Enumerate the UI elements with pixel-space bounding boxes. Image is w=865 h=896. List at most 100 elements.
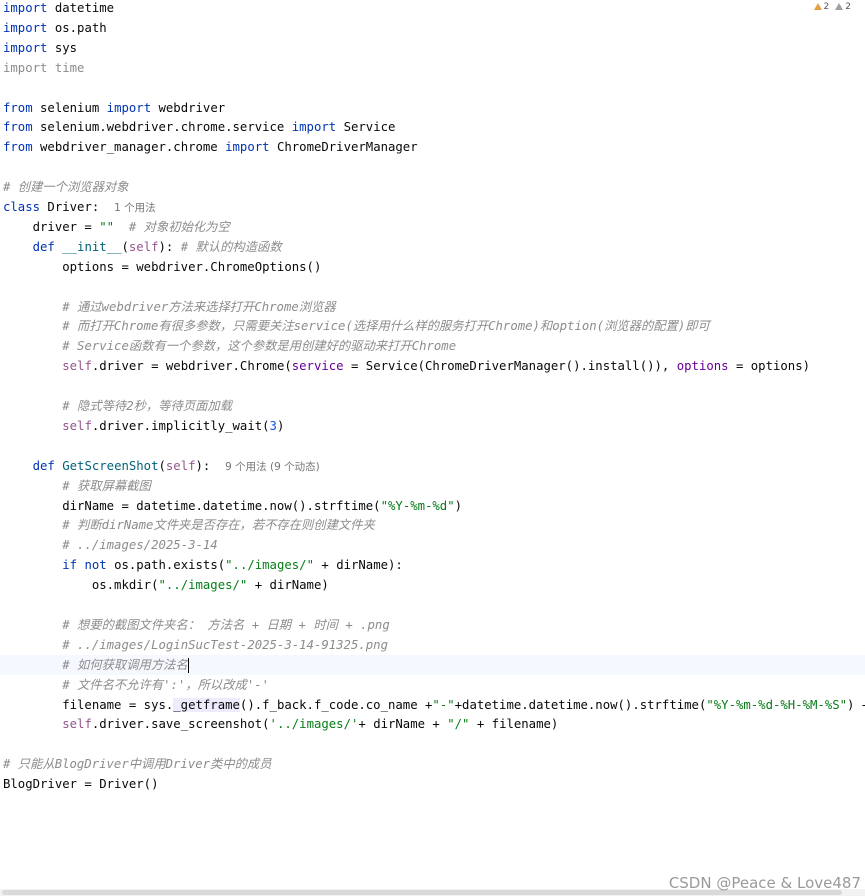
code-line[interactable]: from selenium.webdriver.chrome.service i… — [3, 117, 395, 137]
code-token: ) — [276, 418, 285, 433]
code-token: datetime — [47, 1, 115, 15]
code-token: ): — [158, 239, 181, 254]
code-token: options = webdriver.ChromeOptions() — [3, 259, 322, 274]
code-editor[interactable]: import datetime import os.path import sys i… — [0, 0, 865, 880]
code-token: class — [3, 200, 41, 214]
watermark: CSDN @Peace & Love487 — [668, 874, 861, 892]
code-token: ().f_back.f_code.co_name + — [239, 697, 433, 712]
code-token: import — [225, 140, 270, 155]
code-line[interactable]: import sys — [3, 38, 77, 58]
code-token: service — [291, 359, 344, 374]
code-line[interactable]: import datetime — [3, 0, 114, 18]
code-line[interactable]: # 创建一个浏览器对象 — [3, 177, 128, 197]
code-token: selenium — [32, 100, 107, 115]
code-line[interactable]: import os.path — [3, 18, 107, 38]
code-token: .driver = webdriver.Chrome( — [91, 359, 292, 374]
code-token: from — [3, 100, 33, 115]
code-line[interactable]: import time — [3, 58, 84, 78]
code-token: # ../images/2025-3-14 — [62, 538, 218, 553]
code-token: self — [62, 359, 92, 374]
code-token: self — [62, 717, 92, 732]
code-line[interactable]: self.driver.save_screenshot('../images/'… — [3, 714, 558, 734]
code-line[interactable]: # 如何获取调用方法名 — [0, 654, 865, 675]
code-line[interactable]: # 只能从BlogDriver中调用Driver类中的成员 — [3, 754, 272, 774]
code-line[interactable]: # 文件名不允许有':'，所以改成'-' — [3, 675, 269, 695]
code-token: _getframe — [173, 697, 240, 712]
code-token: not — [84, 558, 107, 573]
weak-warning-counter[interactable]: 2 — [835, 2, 851, 12]
warning-counter[interactable]: 2 — [813, 2, 830, 12]
code-line[interactable]: # ../images/LoginSucTest-2025-3-14-91325… — [3, 635, 388, 655]
code-line[interactable]: # 想要的截图文件夹名： 方法名 + 日期 + 时间 + .png — [3, 615, 390, 635]
code-token: Service — [336, 120, 396, 135]
code-token: # Service函数有一个参数，这个参数是用创建好的驱动来打开Chrome — [62, 339, 457, 354]
code-token: BlogDriver = Driver() — [3, 777, 159, 792]
code-line[interactable]: driver = "" # 对象初始化为空 — [3, 217, 230, 237]
usage-hint[interactable]: 1 个用法 — [114, 202, 156, 214]
code-token: os.path — [47, 20, 107, 35]
code-line[interactable]: class Driver: 1 个用法 — [3, 197, 156, 217]
code-token: = options) — [728, 359, 810, 374]
inspection-widget[interactable]: 2 2 — [813, 2, 851, 12]
code-token: ChromeDriverManager — [269, 140, 418, 155]
code-token: import — [291, 120, 337, 135]
code-line[interactable]: options = webdriver.ChromeOptions() — [3, 257, 321, 277]
code-line[interactable]: os.mkdir("../images/" + dirName) — [3, 575, 329, 595]
code-token: dirName = datetime.datetime.now().strfti… — [3, 498, 381, 513]
code-token: "%Y-%m-%d" — [380, 498, 455, 513]
code-token: + filename) — [469, 717, 559, 732]
code-token: options — [676, 359, 729, 374]
code-token: ): — [195, 458, 226, 473]
code-token: # 获取屏幕截图 — [62, 478, 151, 493]
code-token: # 只能从BlogDriver中调用Driver类中的成员 — [3, 757, 272, 772]
code-token: +datetime.datetime.now().strftime( — [454, 697, 707, 712]
code-token: # 默认的构造函数 — [180, 239, 282, 254]
code-line[interactable]: def GetScreenShot(self): 9 个用法 (9 个动态) — [3, 456, 320, 476]
code-token: + dirName + — [358, 717, 448, 732]
code-line[interactable]: # ../images/2025-3-14 — [3, 535, 218, 555]
code-line[interactable]: # 判断dirName文件夹是否存在，若不存在则创建文件夹 — [3, 515, 375, 535]
code-token: # 判断dirName文件夹是否存在，若不存在则创建文件夹 — [62, 518, 375, 533]
code-line[interactable]: from selenium import webdriver — [3, 98, 225, 118]
code-line[interactable]: self.driver = webdriver.Chrome(service =… — [3, 356, 810, 376]
text-caret — [187, 657, 189, 673]
code-line[interactable]: filename = sys._getframe().f_back.f_code… — [3, 695, 865, 715]
code-token: self — [62, 418, 92, 433]
code-line[interactable]: def __init__(self): # 默认的构造函数 — [3, 237, 282, 257]
code-line[interactable]: if not os.path.exists("../images/" + dir… — [3, 555, 403, 575]
warning-count: 2 — [823, 2, 830, 12]
code-line[interactable]: # 隐式等待2秒，等待页面加载 — [3, 396, 232, 416]
code-line[interactable]: from webdriver_manager.chrome import Chr… — [3, 137, 418, 157]
code-line[interactable]: # 而打开Chrome有很多参数，只需要关注service(选择用什么样的服务打… — [3, 316, 710, 336]
code-line[interactable]: # 获取屏幕截图 — [3, 476, 151, 496]
code-token: webdriver_manager.chrome — [32, 140, 226, 155]
code-line[interactable]: # Service函数有一个参数，这个参数是用创建好的驱动来打开Chrome — [3, 336, 456, 356]
code-token: ) — [454, 498, 463, 513]
code-line[interactable]: self.driver.implicitly_wait(3) — [3, 416, 284, 436]
code-token: ) + — [847, 697, 865, 712]
code-token: "" — [99, 219, 115, 234]
code-token: # 通过webdriver方法来选择打开Chrome浏览器 — [62, 299, 336, 314]
usage-hint[interactable]: 9 个用法 (9 个动态) — [225, 461, 320, 473]
code-token: import — [3, 20, 48, 35]
code-token: ( — [121, 239, 129, 254]
code-line[interactable]: # 通过webdriver方法来选择打开Chrome浏览器 — [3, 297, 336, 317]
code-token: import — [106, 100, 152, 115]
code-line[interactable]: BlogDriver = Driver() — [3, 774, 158, 794]
code-token: + dirName) — [247, 578, 329, 593]
code-line[interactable]: dirName = datetime.datetime.now().strfti… — [3, 496, 462, 516]
